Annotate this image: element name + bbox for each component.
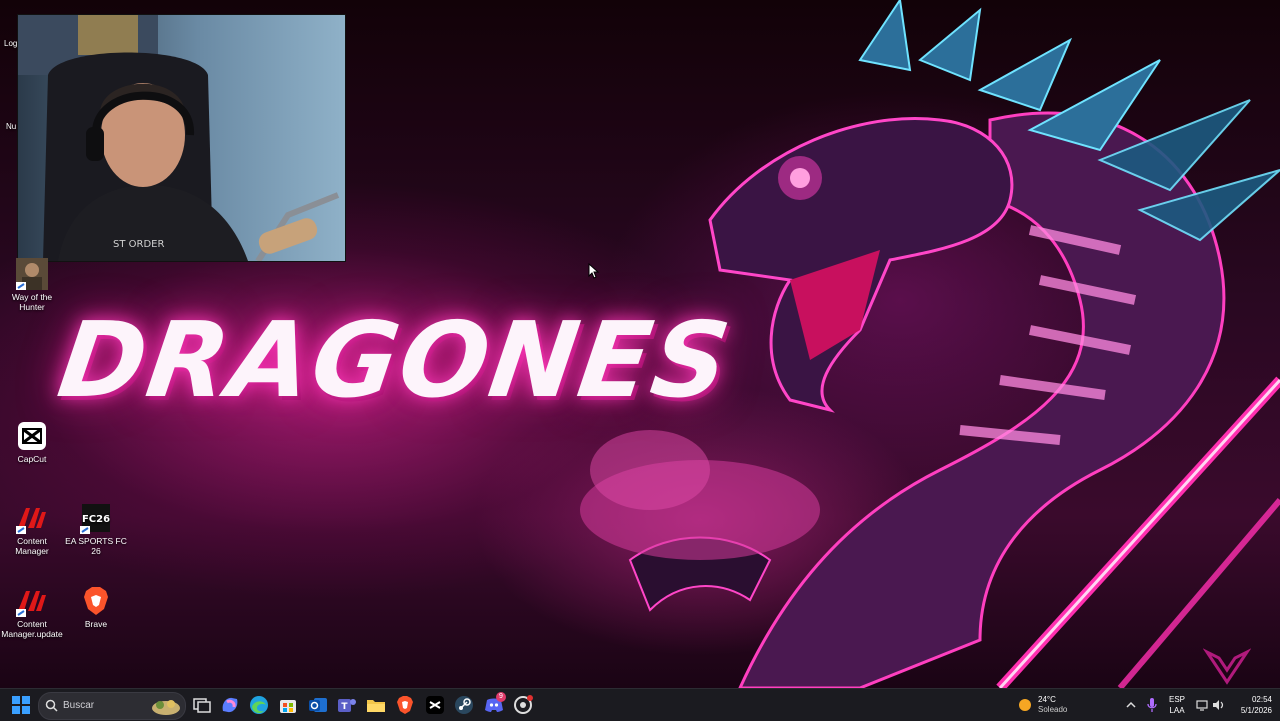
- copilot-icon[interactable]: [218, 693, 242, 717]
- desktop-icon-label: Content Manager: [15, 536, 49, 556]
- desktop-icon-capcut[interactable]: CapCut: [0, 420, 64, 464]
- ea-fc-icon: FC26: [80, 504, 110, 534]
- weather-condition: Soleado: [1038, 705, 1068, 714]
- edge-icon[interactable]: [247, 693, 271, 717]
- brave-icon[interactable]: [393, 693, 417, 717]
- desktop-icon-content-manager-update[interactable]: Content Manager.update: [0, 585, 64, 639]
- desktop-icon-label: Content Manager.update: [1, 619, 63, 639]
- wallpaper-logo-icon: [1203, 648, 1251, 685]
- content-manager-icon: [16, 508, 46, 534]
- sun-icon: [1019, 699, 1031, 711]
- weather-temperature: 24°C: [1038, 695, 1056, 704]
- search-icon: [45, 699, 58, 712]
- keyboard-layout: LAA: [1169, 706, 1185, 715]
- network-icon[interactable]: [1196, 698, 1210, 712]
- taskbar-search-box[interactable]: Buscar: [38, 692, 186, 720]
- chevron-up-icon[interactable]: [1126, 700, 1136, 710]
- clock-date: 5/1/2026: [1240, 706, 1272, 715]
- desktop-icon-label: CapCut: [17, 454, 47, 464]
- webcam-overlay: ST ORDER: [17, 14, 346, 262]
- webcam-person-image: ST ORDER: [18, 15, 340, 261]
- windows-start-icon[interactable]: [9, 693, 33, 717]
- search-placeholder: Buscar: [63, 700, 95, 711]
- search-highlight-icon: [152, 700, 180, 715]
- desktop-icon-label: Way of the Hunter: [11, 292, 53, 312]
- desktop-text-fragment: Nu: [6, 122, 17, 131]
- microphone-icon[interactable]: [1146, 697, 1158, 713]
- volume-icon[interactable]: [1212, 698, 1226, 712]
- webcam-label-fragment: Log: [4, 39, 18, 48]
- svg-text:FC26: FC26: [82, 514, 110, 525]
- desktop-icon-label: Brave: [84, 619, 108, 629]
- brave-icon: [84, 587, 108, 615]
- file-explorer-icon[interactable]: [364, 693, 388, 717]
- clock[interactable]: 02:54 5/1/2026: [1230, 694, 1272, 716]
- mouse-cursor-icon: [588, 263, 600, 279]
- desktop-icon-brave[interactable]: Brave: [64, 585, 128, 629]
- clock-time: 02:54: [1251, 695, 1272, 704]
- taskbar: Buscar T 9 24°C Soleado ESP LAA 02:54 5/…: [0, 688, 1280, 721]
- outlook-icon[interactable]: [306, 693, 330, 717]
- desktop-icon-content-manager[interactable]: Content Manager: [0, 502, 64, 556]
- discord-notification-badge: 9: [496, 692, 506, 702]
- game-thumbnail-icon: [16, 258, 48, 290]
- desktop-icon-label: EA SPORTS FC 26: [65, 536, 127, 556]
- weather-widget[interactable]: 24°C Soleado: [1016, 692, 1082, 718]
- svg-text:T: T: [341, 702, 348, 712]
- language-code: ESP: [1168, 695, 1185, 704]
- language-indicator[interactable]: ESP LAA: [1166, 694, 1188, 716]
- content-manager-icon: [16, 591, 46, 617]
- svg-text:ST ORDER: ST ORDER: [113, 239, 164, 250]
- steam-icon[interactable]: [452, 693, 476, 717]
- teams-icon[interactable]: T: [335, 693, 359, 717]
- store-icon[interactable]: [276, 693, 300, 717]
- settings-icon[interactable]: [511, 693, 535, 717]
- wallpaper-title: DRAGONES: [51, 299, 739, 421]
- task-view-icon[interactable]: [190, 693, 214, 717]
- desktop-icon-way-of-the-hunter[interactable]: Way of the Hunter: [0, 258, 64, 312]
- desktop-icon-ea-sports-fc[interactable]: FC26 EA SPORTS FC 26: [64, 502, 128, 556]
- capcut-icon: [18, 422, 46, 450]
- capcut-icon[interactable]: [423, 693, 447, 717]
